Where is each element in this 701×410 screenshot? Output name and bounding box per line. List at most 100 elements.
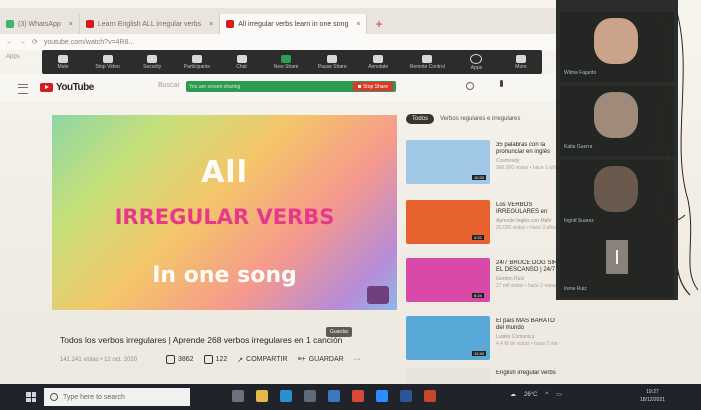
edge-icon[interactable] <box>280 390 292 402</box>
like-button[interactable]: 3862 <box>166 355 194 364</box>
participant-name: Ingrid Suarez <box>564 218 594 224</box>
chip[interactable]: Verbos regulares e irregulares <box>440 116 520 122</box>
video-meta: 141.241 vistas • 12 oct. 2020 <box>60 357 138 363</box>
new-share-button[interactable]: New Share <box>273 54 299 70</box>
mail-icon[interactable] <box>328 390 340 402</box>
suggested-video[interactable]: El país MÁS BARATO del mundo Luisito Com… <box>406 316 558 360</box>
youtube-logo[interactable]: YouTube <box>40 82 94 93</box>
suggested-title[interactable]: English irregular verbs <box>496 370 558 384</box>
reload-icon[interactable]: ⟳ <box>32 38 38 46</box>
address-bar[interactable]: ← → ⟳ youtube.com/watch?v=4R8... <box>0 34 560 50</box>
close-icon[interactable]: × <box>356 21 360 28</box>
suggested-title[interactable]: 24/7 BRUCE DOG SIR EL DESCANSO | 24/7 <box>496 260 558 274</box>
tab-label: Learn English ALL irregular verbs <box>97 20 202 28</box>
pencil-icon <box>373 54 384 63</box>
chevron-up-icon[interactable]: ^ <box>545 392 548 398</box>
chip-active[interactable]: Todos <box>406 114 435 124</box>
word-icon[interactable] <box>400 390 412 402</box>
back-arrow-icon[interactable]: ← <box>6 39 13 46</box>
url-text[interactable]: youtube.com/watch?v=4R8... <box>44 39 134 46</box>
tooltip: Guardar <box>326 327 353 337</box>
youtube-play-icon <box>40 83 53 92</box>
powerpoint-icon[interactable] <box>424 390 436 402</box>
task-view-icon[interactable] <box>232 390 244 402</box>
chat-button[interactable]: Chat <box>229 54 255 70</box>
stop-share-button[interactable]: Stop Share <box>352 82 393 91</box>
duration-badge: 10:33 <box>472 175 487 180</box>
mute-button[interactable]: Mute <box>50 54 76 70</box>
microphone-icon[interactable] <box>500 80 503 87</box>
stop-video-button[interactable]: Stop Video <box>95 54 121 70</box>
pause-icon <box>327 54 338 63</box>
share-button[interactable]: ↗ COMPARTIR <box>237 356 287 364</box>
participant-video <box>594 92 638 138</box>
suggested-video[interactable]: 24/7 BRUCE DOG SIR EL DESCANSO | 24/7 Go… <box>406 258 558 302</box>
channel-name: Gordon Ruiz <box>496 276 525 282</box>
zoom-share-toolbar: Mute Stop Video Security Participants Ch… <box>42 50 542 74</box>
microphone-icon <box>58 54 68 63</box>
network-icon[interactable]: ▭ <box>556 391 562 398</box>
taskbar-search-input[interactable]: Type here to search <box>44 388 190 406</box>
pen-scribble-marks <box>649 4 699 296</box>
zoom-icon[interactable] <box>376 390 388 402</box>
suggested-title[interactable]: Los VERBOS IRREGULARES en inglés | en 1 … <box>496 202 558 216</box>
cursor-icon <box>422 54 433 63</box>
view-count: 20.000 vistas • hace 3 años <box>496 225 558 231</box>
suggested-video[interactable]: English irregular verbs <box>406 368 556 384</box>
participants-button[interactable]: Participants <box>184 54 210 70</box>
duration-badge: 4:22 <box>472 235 484 240</box>
pause-share-button[interactable]: Pause Share <box>318 54 347 70</box>
screen-sharing-banner: You are screen sharing Stop Share <box>186 81 396 92</box>
taskbar-apps <box>232 390 436 402</box>
participant-name: Wilma Fajardo <box>564 70 597 76</box>
suggested-title[interactable]: 35 palabras con la pronunciar en inglés <box>496 142 558 156</box>
people-icon <box>191 54 202 63</box>
security-button[interactable]: Security <box>139 54 165 70</box>
video-player[interactable]: All IRREGULAR VERBS In one song <box>52 115 397 310</box>
tab-youtube-1[interactable]: Learn English ALL irregular verbs × <box>80 14 221 34</box>
annotate-button[interactable]: Annotate <box>365 54 391 70</box>
weather-icon[interactable]: ☁ <box>510 391 516 398</box>
more-button[interactable]: More <box>508 54 534 70</box>
sharing-status-text: You are screen sharing <box>189 83 241 90</box>
channel-watermark <box>367 286 389 304</box>
video-text-line1: All <box>201 155 248 190</box>
suggested-video[interactable]: 35 palabras con la pronunciar en inglés … <box>406 140 558 184</box>
forward-arrow-icon[interactable]: → <box>19 39 26 46</box>
more-options-icon[interactable]: ··· <box>354 356 361 363</box>
dislike-button[interactable]: 122 <box>203 355 227 364</box>
video-thumbnail[interactable] <box>406 368 490 384</box>
system-tray: ☁ 26°C ^ ▭ <box>510 391 562 399</box>
menu-icon[interactable] <box>18 84 28 94</box>
bookmark-apps[interactable]: Apps <box>6 54 20 60</box>
participant-name: Irene Ruiz <box>564 286 587 292</box>
browser-tab-strip: (3) WhatsApp × Learn English ALL irregul… <box>0 8 560 34</box>
file-explorer-icon[interactable] <box>256 390 268 402</box>
stop-square-icon <box>357 85 361 88</box>
whatsapp-icon <box>6 20 14 28</box>
close-icon[interactable]: × <box>209 21 213 28</box>
weather-text: 26°C <box>524 391 538 398</box>
apps-button[interactable]: Apps <box>463 53 489 71</box>
view-count: 4,4 M de vistas • hace 2 meses <box>496 341 558 347</box>
tab-youtube-active[interactable]: All irregular verbs learn in one song × <box>220 14 368 34</box>
chrome-icon[interactable] <box>352 390 364 402</box>
participant-avatar <box>606 240 628 274</box>
tab-label: (3) WhatsApp <box>18 20 61 28</box>
search-icon[interactable] <box>466 82 474 90</box>
suggested-video[interactable]: Los VERBOS IRREGULARES en inglés | en 1 … <box>406 200 558 244</box>
windows-start-icon[interactable] <box>26 392 36 402</box>
thumbs-down-icon <box>203 355 213 364</box>
participant-name: Katia Guerra <box>564 144 593 150</box>
tab-label: All irregular verbs learn in one song <box>238 20 349 28</box>
close-icon[interactable]: × <box>69 21 73 28</box>
suggested-title[interactable]: El país MÁS BARATO del mundo <box>496 318 558 332</box>
save-button[interactable]: ≡+ GUARDAR <box>298 356 344 363</box>
clock[interactable]: 19:27 18/12/2021 <box>640 388 665 404</box>
new-tab-button[interactable]: + <box>367 14 390 34</box>
store-icon[interactable] <box>304 390 316 402</box>
tab-whatsapp[interactable]: (3) WhatsApp × <box>0 14 80 34</box>
participant-video <box>594 166 638 212</box>
camera-icon <box>102 54 113 63</box>
remote-control-button[interactable]: Remote Control <box>410 54 445 70</box>
